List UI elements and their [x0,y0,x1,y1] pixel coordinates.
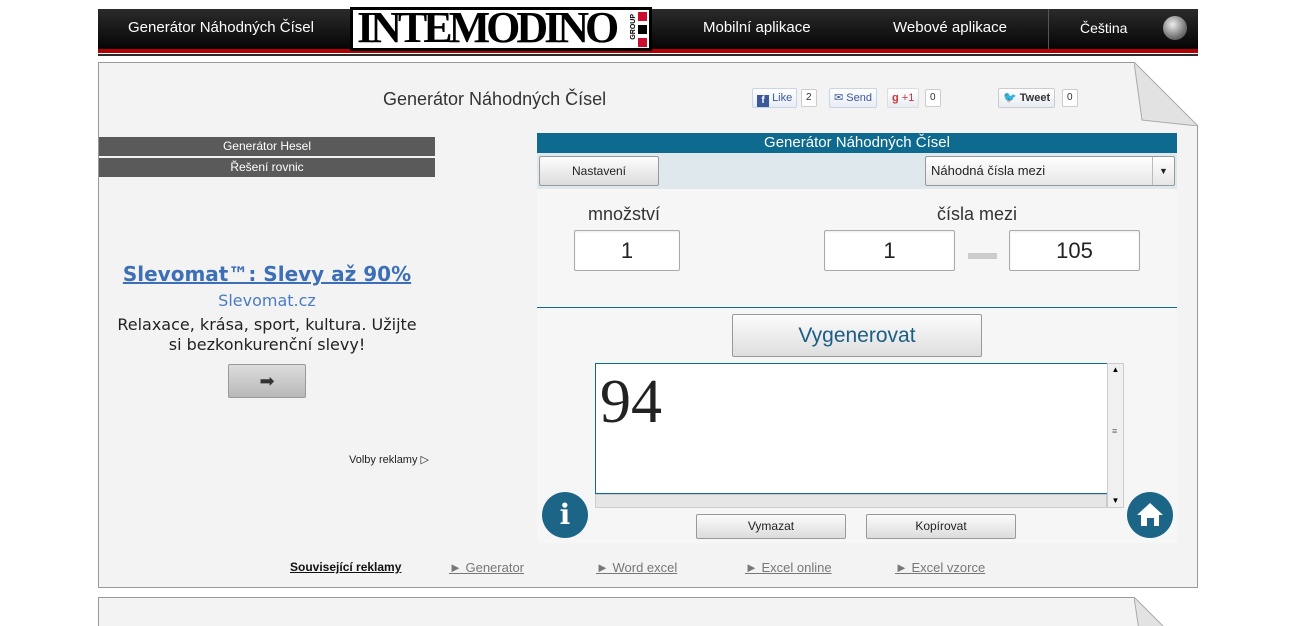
ad-url[interactable]: Slevomat.cz [99,291,435,310]
chevron-down-icon: ▼ [1152,157,1174,185]
sidebar-item-equation-solver[interactable]: Řešení rovnic [99,158,435,177]
settings-button[interactable]: Nastavení [539,156,659,186]
logo-group-text: GROUP [630,14,637,40]
like-label: Like [772,92,793,104]
main-panel: Generátor Náhodných Čísel f Like 2 ✉ Sen… [98,62,1198,588]
scroll-thumb-icon[interactable]: ≡ [1112,426,1117,436]
gplus-count: 0 [925,89,941,107]
range-min-input[interactable]: 1 [824,230,955,271]
related-link-excel-online[interactable]: ► Excel online [745,560,832,575]
nav-divider [1048,9,1049,49]
result-value: 94 [600,368,662,436]
generator-output-area: Vygenerovat 94 ▲ ≡ ▼ Vymazat Kopírovat [537,308,1177,543]
mode-select-value: Náhodná čísla mezi [931,163,1046,178]
mode-select[interactable]: Náhodná čísla mezi ▼ [925,156,1175,186]
twitter-icon: 🐦 [1003,92,1017,104]
send-label: Send [846,92,872,104]
intemodino-logo[interactable]: INTEMODINO GROUP [350,3,652,52]
ad-description-line: Relaxace, krása, sport, kultura. Užijte [117,315,417,334]
generate-button[interactable]: Vygenerovat [732,314,982,357]
facebook-like-button[interactable]: f Like [752,88,798,108]
top-nav-underline [98,54,1198,56]
vertical-scrollbar[interactable]: ▲ ≡ ▼ [1107,363,1124,508]
page-curl-icon [1134,62,1198,126]
arrow-right-icon: ➡ [259,371,275,391]
facebook-send-button[interactable]: ✉ Send [829,88,877,108]
clear-button[interactable]: Vymazat [696,514,846,539]
page-title: Generátor Náhodných Čísel [383,89,607,109]
info-icon[interactable]: i [542,492,588,538]
facebook-icon: f [757,95,769,107]
tweet-count: 0 [1062,89,1078,107]
google-icon: g [892,92,899,104]
generator-parameters: množství 1 čísla mezi 1 105 [537,189,1177,307]
language-selector[interactable]: Čeština [1080,9,1127,49]
ad-choices-icon: ▷ [420,454,430,466]
related-link-excel-formulas[interactable]: ► Excel vzorce [895,560,985,575]
quantity-label: množství [588,204,661,224]
range-label: čísla mezi [937,204,1018,224]
home-icon[interactable] [1127,492,1173,538]
ad-title-link[interactable]: Slevomat™: Slevy až 90% [99,262,435,286]
related-link-word-excel[interactable]: ► Word excel [596,560,677,575]
scroll-down-icon[interactable]: ▼ [1108,495,1123,507]
house-icon [1137,503,1163,526]
related-link-generator[interactable]: ► Generator [449,560,524,575]
nav-link-web-apps[interactable]: Webové aplikace [893,9,1007,49]
ad-choices-link[interactable]: Volby reklamy ▷ [349,453,429,466]
send-icon: ✉ [834,92,844,104]
gplus-label: +1 [901,92,915,104]
ad-description: Relaxace, krása, sport, kultura. Užijte … [99,315,435,355]
ad-choices-label: Volby reklamy [349,454,418,466]
sidebar-item-password-generator[interactable]: Generátor Hesel [99,137,435,156]
generator-widget: Generátor Náhodných Čísel Nastavení Náho… [537,133,1177,543]
ad-description-line: si bezkonkurenční slevy! [168,335,366,354]
info-glyph-icon: i [559,498,571,531]
quantity-input[interactable]: 1 [574,230,680,271]
horizontal-scrollbar[interactable] [595,494,1107,508]
range-max-input[interactable]: 105 [1009,230,1140,271]
secondary-panel [98,597,1198,626]
globe-icon[interactable] [1163,16,1187,40]
like-count: 2 [801,89,817,107]
scroll-up-icon[interactable]: ▲ [1108,364,1123,376]
logo-wordmark: INTEMODINO [357,3,619,52]
tweet-button[interactable]: 🐦 Tweet [998,88,1056,108]
related-ads-title[interactable]: Související reklamy [290,560,401,574]
page-curl-icon [1134,597,1198,626]
range-dash [968,253,997,259]
generator-toolbar: Nastavení Náhodná čísla mezi ▼ [537,153,1177,189]
result-textarea[interactable]: 94 [595,363,1124,494]
generator-header: Generátor Náhodných Čísel [537,133,1177,153]
nav-link-mobile-apps[interactable]: Mobilní aplikace [703,9,811,49]
tweet-label: Tweet [1019,92,1051,104]
copy-button[interactable]: Kopírovat [866,514,1016,539]
logo-group-mark: GROUP [625,12,647,48]
nav-link-random-number-generator[interactable]: Generátor Náhodných Čísel [128,9,314,49]
ad-arrow-button[interactable]: ➡ [228,364,306,398]
google-plus-one-button[interactable]: g +1 [887,88,920,108]
